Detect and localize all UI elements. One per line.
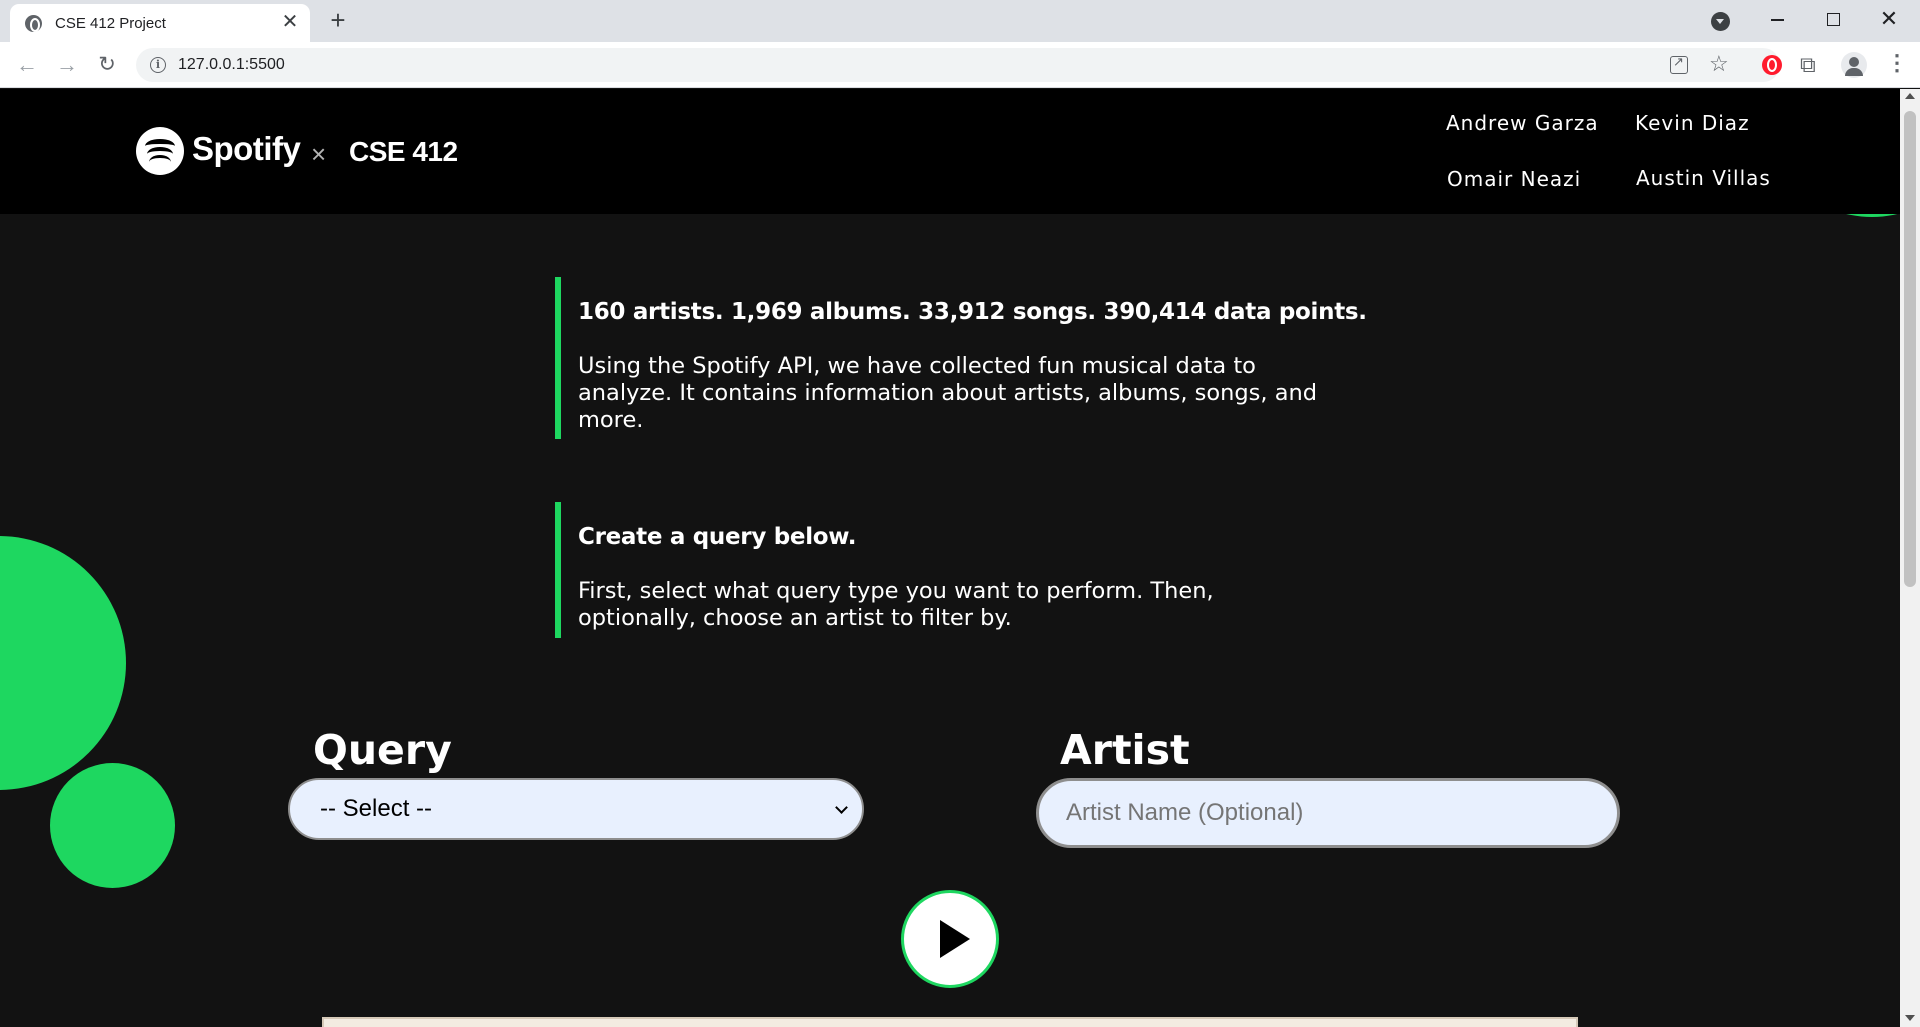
decorative-circle-left-large (0, 536, 126, 790)
page-viewport: Spotify × CSE 412 Andrew Garza Kevin Dia… (0, 89, 1900, 1027)
minimize-button[interactable] (1754, 4, 1800, 34)
scroll-up-arrow-icon[interactable] (1905, 93, 1915, 99)
spotify-icon (136, 127, 184, 175)
browser-toolbar: ← → ↻ i 127.0.0.1:5500 ☆ ⧉ ⋮ (0, 42, 1920, 88)
globe-icon (25, 15, 42, 32)
scrollbar-thumb[interactable] (1904, 111, 1916, 587)
opera-extension-icon[interactable] (1762, 55, 1782, 75)
play-icon (940, 920, 970, 958)
bookmark-star-icon[interactable]: ☆ (1709, 51, 1729, 77)
query-instructions-heading: Create a query below. (578, 524, 857, 550)
close-tab-icon[interactable]: ✕ (278, 11, 302, 35)
tab-search-icon[interactable] (1711, 12, 1730, 31)
stats-description: Using the Spotify API, we have collected… (578, 353, 1318, 433)
site-header: Spotify × CSE 412 Andrew Garza Kevin Dia… (0, 89, 1900, 214)
team-member-austin[interactable]: Austin Villas (1636, 166, 1771, 190)
chevron-down-icon (835, 801, 848, 814)
decorative-circle-left-small (50, 763, 175, 888)
query-instructions-description: First, select what query type you want t… (578, 578, 1214, 631)
artist-label: Artist (1060, 726, 1190, 774)
scroll-down-arrow-icon[interactable] (1905, 1015, 1915, 1021)
address-bar[interactable]: i 127.0.0.1:5500 ☆ (136, 48, 1780, 82)
team-member-kevin[interactable]: Kevin Diaz (1635, 111, 1750, 135)
course-name: CSE 412 (349, 136, 458, 167)
brand-separator: × (311, 139, 327, 169)
new-tab-button[interactable]: + (324, 7, 352, 35)
tab-title: CSE 412 Project (55, 15, 166, 32)
run-query-button[interactable] (901, 890, 999, 988)
browser-tabstrip: CSE 412 Project ✕ + ✕ (0, 0, 1920, 42)
share-icon[interactable] (1670, 54, 1688, 74)
query-selected-value: -- Select -- (320, 795, 433, 822)
back-icon[interactable]: ← (12, 50, 42, 80)
forward-icon[interactable]: → (52, 50, 82, 80)
page-scrollbar[interactable] (1900, 89, 1920, 1027)
extensions-puzzle-icon[interactable]: ⧉ (1800, 52, 1816, 78)
profile-avatar-icon[interactable] (1841, 52, 1867, 78)
stats-heading: 160 artists. 1,969 albums. 33,912 songs.… (578, 299, 1367, 325)
results-panel (322, 1017, 1578, 1027)
url-text[interactable]: 127.0.0.1:5500 (178, 56, 285, 74)
query-type-select[interactable]: -- Select -- (288, 778, 864, 840)
query-instructions-block: Create a query below. First, select what… (555, 502, 1355, 638)
browser-tab[interactable]: CSE 412 Project ✕ (10, 4, 310, 42)
artist-name-input[interactable] (1036, 778, 1620, 848)
reload-icon[interactable]: ↻ (92, 50, 122, 80)
browser-menu-icon[interactable]: ⋮ (1886, 50, 1908, 78)
brand-name: Spotify (192, 130, 301, 167)
team-member-omair[interactable]: Omair Neazi (1447, 167, 1581, 191)
site-info-icon[interactable]: i (150, 57, 166, 73)
query-label: Query (313, 726, 452, 774)
close-window-button[interactable]: ✕ (1866, 4, 1912, 34)
stats-block: 160 artists. 1,969 albums. 33,912 songs.… (555, 277, 1367, 439)
team-member-andrew[interactable]: Andrew Garza (1446, 111, 1599, 135)
restore-button[interactable] (1810, 4, 1856, 34)
